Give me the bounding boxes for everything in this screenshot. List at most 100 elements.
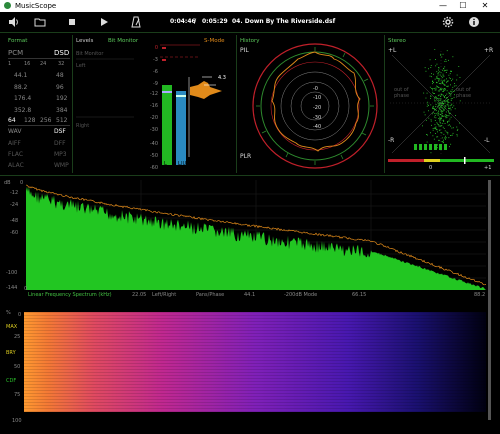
sg-max[interactable]: MAX (6, 324, 17, 330)
sg-percent: % (6, 310, 11, 316)
dsd-64: 64 (8, 117, 16, 124)
bit-monitor-grid (76, 58, 134, 118)
scale-3: -3 (153, 57, 158, 63)
scale-0: 0 (154, 45, 158, 51)
level-meters (160, 44, 222, 165)
right-meter-bar (176, 91, 186, 165)
minimize-button[interactable]: — (434, 1, 452, 11)
metronome-icon[interactable] (130, 16, 142, 28)
right-channel-label: L|U (178, 161, 187, 167)
stereo-title: Stereo (388, 38, 406, 44)
stop-icon[interactable] (66, 16, 78, 28)
correlation-meter (388, 157, 494, 164)
fmt-dsf: DSF (54, 128, 66, 135)
play-icon[interactable] (98, 16, 110, 28)
title-bar: MusicScope — ☐ ✕ (0, 0, 500, 12)
rate-96: 96 (56, 84, 64, 91)
format-dsd: DSD (54, 49, 70, 57)
stereo-goniometer (390, 49, 492, 155)
x-tick-0: 0 (24, 286, 28, 292)
scale-50: -50 (149, 153, 158, 159)
ring-10: -10 (313, 95, 322, 101)
x-tick-66: 66.15 (352, 292, 367, 298)
fmt-dff: DFF (54, 140, 66, 147)
db-tick-12: -12 (10, 190, 19, 196)
track-name: 04. Down By The Riverside.dsf (232, 18, 336, 25)
dsd-512: 512 (56, 117, 68, 124)
folder-icon[interactable] (34, 16, 46, 28)
fmt-flac: FLAC (8, 151, 24, 158)
db-tick-48: -48 (10, 218, 19, 224)
sg-bry[interactable]: BRY (6, 350, 16, 356)
db-tick-0: 0 (20, 180, 24, 186)
fmt-aiff: AIFF (8, 140, 21, 147)
levels-title: Levels (76, 38, 94, 44)
fmt-mp3: MP3 (54, 151, 67, 158)
bit-24: 24 (40, 61, 47, 67)
scale-20: -20 (149, 115, 158, 121)
peak-value: 4.3 (218, 75, 226, 81)
format-panel: Format PCM DSD 1 16 24 32 44.1 48 88.2 9… (6, 35, 70, 170)
info-icon[interactable] (468, 16, 480, 28)
db-label: dB (4, 180, 11, 186)
x-tick-44: 44.1 (244, 292, 256, 298)
spectrogram-panel: % 0 MAX 25 BRY 50 CDF 75 100 (0, 306, 500, 434)
db-tick-24: -24 (10, 202, 19, 208)
sg-tick-25: 25 (14, 334, 21, 340)
sg-tick-75: 75 (14, 392, 21, 398)
spectrogram-image (24, 312, 486, 412)
rate-352: 352.8 (14, 107, 32, 114)
scale-16: -16 (149, 103, 158, 109)
scale-60: -60 (149, 165, 158, 171)
maximize-button[interactable]: ☐ (454, 1, 472, 11)
window-title: MusicScope (15, 2, 57, 10)
rate-192: 192 (56, 95, 68, 102)
time-total: 0:05:29 (202, 18, 228, 25)
sg-tick-100: 100 (12, 418, 22, 424)
ring-30: -30 (313, 115, 322, 121)
spectrum-chart (26, 180, 486, 290)
bit-1: 1 (8, 61, 12, 67)
time-separator: / (194, 18, 197, 25)
left-meter-bar (162, 85, 172, 165)
x-label-pan[interactable]: Pans/Phase (196, 292, 224, 298)
db-tick-60: -60 (10, 230, 19, 236)
scale-40: -40 (149, 141, 158, 147)
x-label-lr[interactable]: Left/Right (152, 292, 176, 298)
scale-9: -9 (153, 81, 158, 87)
sg-cdf[interactable]: CDF (6, 378, 16, 384)
gear-icon[interactable] (442, 16, 454, 28)
spectrum-panel: dB 0 -12 -24 -48 -60 -100 -144 Linear Fr… (0, 178, 500, 304)
left-channel-label: L (164, 161, 167, 167)
sg-tick-0: 0 (18, 312, 22, 318)
db-tick-144: -144 (6, 285, 18, 291)
fmt-wav: WAV (8, 128, 22, 135)
toolbar: 0:04:46 / 0:05:29 04. Down By The Rivers… (0, 12, 500, 32)
fmt-wmp: WMP (54, 162, 69, 169)
close-button[interactable]: ✕ (476, 1, 494, 11)
stereo-panel: Stereo +L +R -R -L out of phase out of p… (386, 35, 496, 173)
dsd-128: 128 (24, 117, 36, 124)
pil-label: PIL (240, 47, 249, 54)
x-label-spectrum[interactable]: Linear Frequency Spectrum (kHz) (28, 292, 112, 298)
meter-zero: 0 (429, 165, 433, 171)
ring-0: -0 (313, 86, 318, 92)
bit-16: 16 (24, 61, 31, 67)
fmt-alac: ALAC (8, 162, 24, 169)
rate-384: 384 (56, 107, 68, 114)
db-tick-100: -100 (6, 270, 18, 276)
rate-48: 48 (56, 72, 64, 79)
bit-32: 32 (58, 61, 65, 67)
format-pcm: PCM (8, 49, 24, 57)
speaker-icon[interactable] (8, 16, 20, 28)
x-label-mode[interactable]: -200dB Mode (284, 292, 317, 298)
history-panel: History PIL PLR -0 -10 -20 -30 -40 (238, 35, 384, 173)
app-logo-icon (4, 2, 11, 9)
ring-40: -40 (313, 124, 322, 130)
level-scale: 0 -3 -6 -9 -12 -16 -20 -30 -40 -50 -60 (138, 45, 160, 173)
scale-6: -6 (153, 69, 158, 75)
scale-30: -30 (149, 127, 158, 133)
scale-12: -12 (149, 91, 158, 97)
ring-20: -20 (313, 105, 322, 111)
levels-mode[interactable]: Bit Monitor (108, 38, 138, 44)
